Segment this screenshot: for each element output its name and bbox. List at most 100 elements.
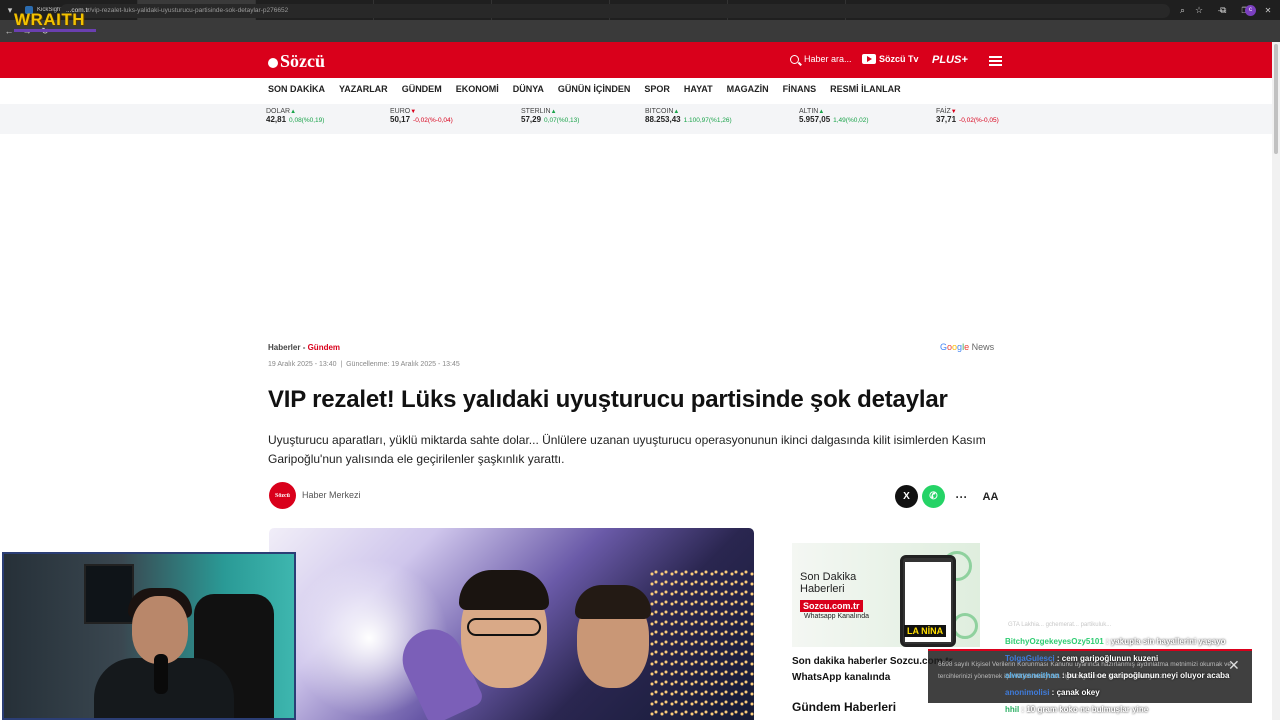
- ticker-value: 50,17: [390, 115, 411, 124]
- ticker-item[interactable]: DOLAR▲ 42,81 0,08(%0,19): [266, 108, 324, 124]
- ticker-change: 0,08(%0,19): [289, 117, 325, 124]
- streamer-webcam: [2, 552, 296, 720]
- breadcrumb-root[interactable]: Haberler: [268, 343, 300, 352]
- arrow-up-icon: ▲: [290, 109, 297, 115]
- nav-item[interactable]: FİNANS: [783, 84, 817, 94]
- ticker-name: ALTIN: [799, 108, 819, 115]
- stream-overlay-bar: [14, 29, 96, 32]
- ticker-value: 37,71: [936, 115, 957, 124]
- ticker-name: BITCOIN: [645, 108, 674, 115]
- share-x-icon[interactable]: X: [895, 485, 918, 508]
- nav-item[interactable]: SON DAKİKA: [268, 84, 325, 94]
- font-size-icon[interactable]: AA: [979, 485, 1002, 508]
- updated-date: Güncellenme: 19 Aralık 2025 - 13:45: [346, 361, 460, 368]
- ticker-item[interactable]: BITCOIN▲ 88.253,43 1.100,97(%1,26): [645, 108, 732, 124]
- sozcu-tv-link[interactable]: Sözcü Tv: [862, 54, 919, 64]
- ticker-item[interactable]: EURO▼ 50,17 -0,02(%-0,04): [390, 108, 453, 124]
- bookmark-star-icon[interactable]: ☆: [1195, 5, 1203, 16]
- chat-text: çanak okey: [1056, 688, 1100, 697]
- promo-subtitle: Whatsapp Kanalında: [804, 613, 869, 620]
- chat-text: bu katil oe garipoğlunun neyi oluyor aca…: [1066, 671, 1230, 680]
- chat-username: BitchyOzgekeyesOzy5101: [1005, 637, 1104, 646]
- ticker-change: 0,07(%0,13): [544, 117, 580, 124]
- ticker-name: STERLIN: [521, 108, 551, 115]
- chat-message: anonimolisi : çanak okey: [1005, 688, 1100, 697]
- extensions-icon[interactable]: ⧉: [1220, 5, 1226, 16]
- search-label: Haber ara...: [804, 54, 852, 64]
- scrollbar-thumb[interactable]: [1274, 44, 1278, 154]
- nav-item[interactable]: EKONOMİ: [456, 84, 499, 94]
- url-path: /vip-rezalet-luks-yalidaki-uyusturucu-pa…: [89, 7, 289, 14]
- plus-link[interactable]: PLUS+: [932, 54, 968, 66]
- nav-item[interactable]: HAYAT: [684, 84, 713, 94]
- logo-flag-icon: [268, 57, 278, 68]
- promo-badge: LA NİNA: [904, 625, 947, 637]
- chat-username: alwaysneithan: [1005, 671, 1060, 680]
- ticker-item[interactable]: ALTIN▲ 5.957,05 1,49(%0,02): [799, 108, 869, 124]
- breadcrumb: Haberler - Gündem: [268, 343, 341, 352]
- close-window-icon[interactable]: ✕: [1256, 0, 1280, 20]
- article-lede: Uyuşturucu aparatları, yüklü miktarda sa…: [268, 433, 986, 466]
- logo-text: Sözcü: [280, 51, 325, 71]
- chat-text: 10 gram koko ne bulmuşlar yine: [1026, 705, 1149, 714]
- chat-message: hhil : 10 gram koko ne bulmuşlar yine: [1005, 705, 1149, 714]
- play-icon: [862, 54, 876, 64]
- site-header: [0, 42, 1272, 78]
- market-ticker: [0, 104, 1272, 134]
- chat-message: BitchyOzgekeyesOzy5101 : yakupla sin hay…: [1005, 637, 1226, 646]
- nav-item[interactable]: GÜNDEM: [402, 84, 442, 94]
- ticker-name: FAİZ: [936, 108, 951, 115]
- main-nav: SON DAKİKA YAZARLAR GÜNDEM EKONOMİ DÜNYA GÜNÜ…: [268, 84, 901, 94]
- share-more-icon[interactable]: ···: [950, 485, 973, 508]
- chat-message: TolgaGulesci : cem garipoğlunun kuzeni: [1005, 654, 1159, 663]
- promo-domain: Sozcu.com.tr: [800, 600, 863, 612]
- google-news-button[interactable]: Google News: [940, 342, 994, 352]
- chat-text: cem garipoğlunun kuzeni: [1061, 654, 1159, 663]
- zoom-icon[interactable]: ⌕: [1180, 5, 1185, 16]
- article-title: VIP rezalet! Lüks yalıdaki uyuşturucu pa…: [268, 386, 948, 413]
- ticker-name: DOLAR: [266, 108, 291, 115]
- arrow-up-icon: ▲: [550, 109, 557, 115]
- author-avatar[interactable]: Sözcü: [269, 482, 296, 509]
- published-date: 19 Aralık 2025 - 13:40: [268, 361, 337, 368]
- hamburger-menu-icon[interactable]: [989, 56, 1002, 66]
- address-bar-row: ← → ↻: [0, 20, 1280, 42]
- nav-item[interactable]: MAGAZİN: [727, 84, 769, 94]
- ticker-item[interactable]: FAİZ▼ 37,71 -0,02(%-0,05): [936, 108, 999, 124]
- nav-item[interactable]: RESMİ İLANLAR: [830, 84, 901, 94]
- chat-username: hhil: [1005, 705, 1020, 714]
- nav-item[interactable]: DÜNYA: [513, 84, 544, 94]
- ticker-change: -0,02(%-0,04): [413, 117, 453, 124]
- profile-avatar[interactable]: c: [1245, 5, 1256, 16]
- site-logo[interactable]: Sözcü: [268, 51, 325, 72]
- nav-item[interactable]: YAZARLAR: [339, 84, 388, 94]
- share-whatsapp-icon[interactable]: ✆: [922, 485, 945, 508]
- ticker-value: 5.957,05: [799, 115, 831, 124]
- breadcrumb-category[interactable]: Gündem: [308, 343, 340, 352]
- promo-title: Son Dakika Haberleri: [800, 571, 857, 595]
- ticker-value: 88.253,43: [645, 115, 681, 124]
- stream-chat-overlay: BitchyOzgekeyesOzy5101 : yakupla sin hay…: [1005, 635, 1280, 720]
- nav-item[interactable]: SPOR: [644, 84, 670, 94]
- ticker-change: 1,49(%0,02): [833, 117, 869, 124]
- ticker-value: 57,29: [521, 115, 542, 124]
- ticker-item[interactable]: STERLIN▲ 57,29 0,07(%0,13): [521, 108, 579, 124]
- tv-label: Sözcü Tv: [879, 54, 919, 64]
- sidebar-section-title: Gündem Haberleri: [792, 700, 897, 714]
- url-field[interactable]: ...com.tr/vip-rezalet-luks-yalidaki-uyus…: [60, 4, 1170, 18]
- article-dates: 19 Aralık 2025 - 13:40 | Güncellenme: 19…: [268, 361, 460, 368]
- author-name[interactable]: Haber Merkezi: [302, 490, 361, 500]
- whatsapp-promo-banner[interactable]: Son Dakika Haberleri Sozcu.com.tr Whatsap…: [792, 543, 980, 647]
- ticker-value: 42,81: [266, 115, 287, 124]
- ticker-change: -0,02(%-0,05): [959, 117, 999, 124]
- search-icon: [790, 54, 799, 64]
- ticker-change: 1.100,97(%1,26): [683, 117, 732, 124]
- chat-message: alwaysneithan : bu katil oe garipoğlunun…: [1005, 671, 1230, 680]
- arrow-down-icon: ▼: [410, 109, 417, 115]
- chat-username: TolgaGulesci: [1005, 654, 1055, 663]
- microphone-icon: [154, 654, 168, 694]
- chat-username: anonimolisi: [1005, 688, 1050, 697]
- ticker-name: EURO: [390, 108, 411, 115]
- site-search[interactable]: Haber ara...: [790, 54, 852, 64]
- nav-item[interactable]: GÜNÜN İÇİNDEN: [558, 84, 631, 94]
